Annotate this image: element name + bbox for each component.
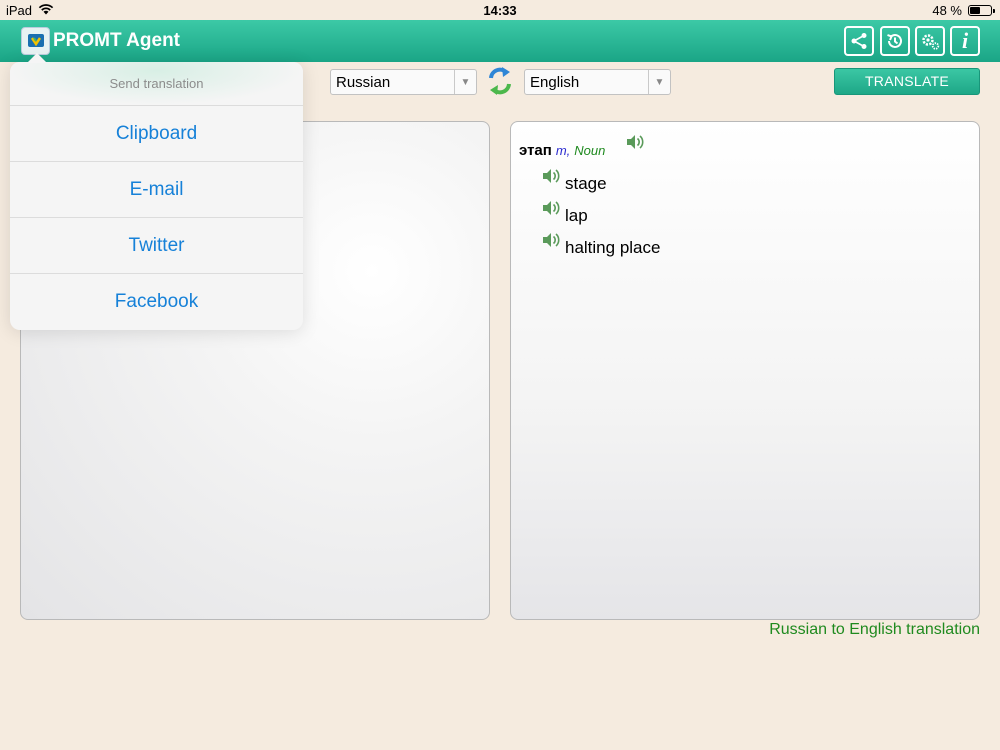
chevron-down-icon: ▼ xyxy=(454,70,476,94)
info-button[interactable]: i xyxy=(950,26,980,56)
app-header: PROMT Agent i xyxy=(0,20,1000,62)
source-language-label: Russian xyxy=(336,74,391,91)
history-button[interactable] xyxy=(880,26,910,56)
clock: 14:33 xyxy=(483,3,517,18)
speaker-icon[interactable] xyxy=(541,199,561,222)
history-icon xyxy=(887,33,902,48)
send-clipboard-option[interactable]: Clipboard xyxy=(10,106,303,162)
share-button[interactable] xyxy=(844,26,874,56)
battery-icon xyxy=(968,5,995,16)
swap-languages-button[interactable] xyxy=(485,65,515,97)
share-icon xyxy=(851,33,867,49)
popover-title: Send translation xyxy=(10,62,303,106)
translation-item: lap xyxy=(541,199,588,226)
source-language-select[interactable]: Russian ▼ xyxy=(330,69,477,95)
entry-part-of-speech: Noun xyxy=(574,143,606,158)
translation-result-panel: этап m, Noun stage lap halting place xyxy=(510,121,980,620)
translation-item: halting place xyxy=(541,231,660,258)
speaker-icon[interactable] xyxy=(625,133,645,156)
status-bar: iPad 14:33 48 % xyxy=(0,0,1000,20)
popover-arrow xyxy=(27,53,47,63)
send-twitter-option[interactable]: Twitter xyxy=(10,218,303,274)
send-translation-popover: Send translation Clipboard E-mail Twitte… xyxy=(10,62,303,330)
speaker-icon[interactable] xyxy=(541,167,561,190)
app-title: PROMT Agent xyxy=(53,30,181,51)
translation-text: lap xyxy=(565,206,588,225)
send-email-option[interactable]: E-mail xyxy=(10,162,303,218)
info-icon: i xyxy=(961,28,969,53)
settings-icon xyxy=(922,34,940,50)
speaker-icon[interactable] xyxy=(541,231,561,254)
entry-gender: m, xyxy=(555,143,571,158)
app-logo-icon xyxy=(28,34,44,47)
translate-button[interactable]: TRANSLATE xyxy=(834,68,980,95)
dictionary-entry-header: этап m, Noun xyxy=(519,142,605,159)
translation-direction-note: Russian to English translation xyxy=(769,621,980,638)
target-language-label: English xyxy=(530,74,580,91)
translation-item: stage xyxy=(541,167,607,194)
entry-word: этап xyxy=(519,142,552,159)
swap-languages-icon xyxy=(489,67,511,95)
settings-button[interactable] xyxy=(915,26,945,56)
battery-percent: 48 % xyxy=(932,3,962,18)
send-translation-button[interactable] xyxy=(21,27,50,55)
translation-text: halting place xyxy=(565,238,661,257)
chevron-down-icon: ▼ xyxy=(648,70,670,94)
translation-text: stage xyxy=(565,174,607,193)
send-facebook-option[interactable]: Facebook xyxy=(10,274,303,330)
target-language-select[interactable]: English ▼ xyxy=(524,69,671,95)
